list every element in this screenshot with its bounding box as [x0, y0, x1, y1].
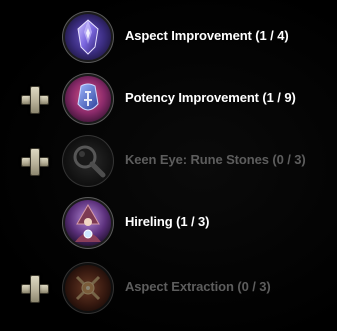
aspect-extraction-icon[interactable] [65, 265, 111, 311]
skill-row-hireling[interactable]: Hireling (1 / 3) [0, 194, 337, 252]
skill-name-potency-improvement: Potency Improvement (1 / 9) [125, 90, 296, 105]
hireling-mage-icon[interactable] [65, 200, 111, 246]
skill-row-potency-improvement[interactable]: Potency Improvement (1 / 9) [0, 70, 337, 128]
skill-row-keen-eye-rune-stones[interactable]: Keen Eye: Rune Stones (0 / 3) [0, 132, 337, 190]
skill-list-panel: Aspect Improvement (1 / 4) Potency Impro… [0, 0, 337, 331]
skill-row-aspect-extraction[interactable]: Aspect Extraction (0 / 3) [0, 259, 337, 317]
skill-row-aspect-improvement[interactable]: Aspect Improvement (1 / 4) [0, 8, 337, 66]
add-point-potency-button[interactable] [22, 87, 48, 113]
skill-name-aspect-improvement: Aspect Improvement (1 / 4) [125, 28, 289, 43]
potency-rune-icon[interactable] [65, 76, 111, 122]
add-point-aspect-extraction-button[interactable] [22, 276, 48, 302]
skill-name-aspect-extraction: Aspect Extraction (0 / 3) [125, 279, 271, 294]
magnifying-glass-icon[interactable] [65, 138, 111, 184]
add-point-keen-eye-button[interactable] [22, 149, 48, 175]
aspect-gem-icon[interactable] [65, 14, 111, 60]
skill-name-keen-eye-rune-stones: Keen Eye: Rune Stones (0 / 3) [125, 152, 306, 167]
skill-name-hireling: Hireling (1 / 3) [125, 214, 210, 229]
